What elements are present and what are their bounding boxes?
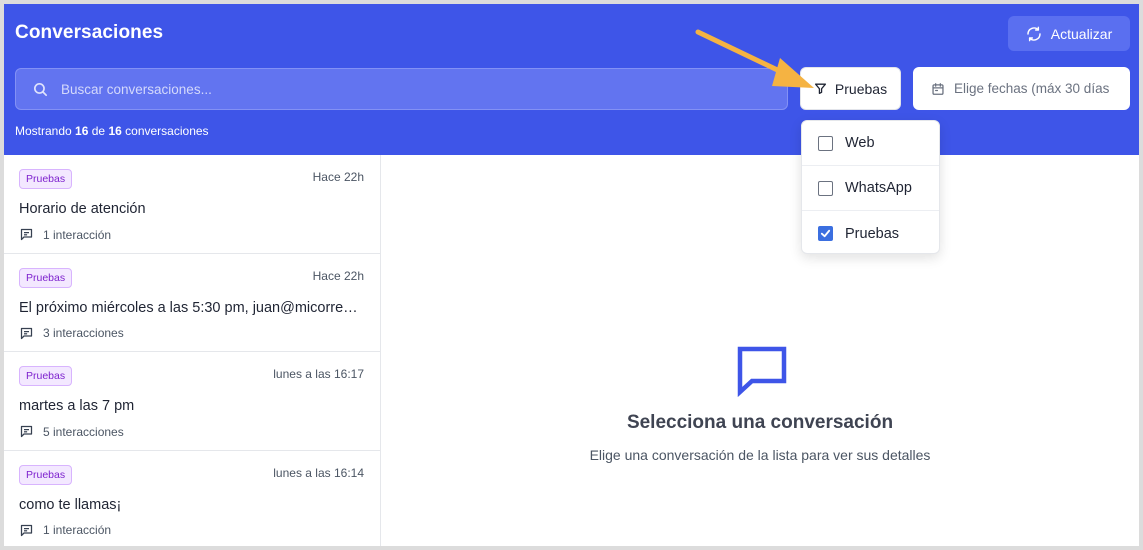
conversation-title: como te llamas¡ [19,496,122,513]
page-title: Conversaciones [15,22,164,43]
filter-option-label: Web [845,135,875,151]
conversation-meta: 5 interacciones [19,424,365,439]
conversation-time: Hace 22h [312,170,364,184]
result-count: Mostrando 16 de 16 conversaciones [15,124,209,138]
message-icon [20,425,33,438]
calendar-icon [932,82,944,95]
header-bar: Conversaciones Actualizar Pruebas [4,4,1139,155]
count-prefix: Mostrando [15,124,72,138]
channel-tag: Pruebas [19,169,73,189]
interaction-count: 1 interacción [43,523,112,537]
channel-tag: Pruebas [19,366,73,386]
conversation-time: Hace 22h [312,268,364,283]
conversation-time: lunes a las 16:17 [273,367,364,381]
conversation-title: martes a las 7 pm [19,398,135,414]
check-icon [820,229,831,238]
search-input[interactable] [61,81,741,97]
filter-option-whatsapp[interactable]: WhatsApp [802,166,939,211]
conversation-item[interactable]: Pruebas Hace 22h Horario de atención 1 i… [4,155,380,254]
conversation-title: Horario de atención [19,201,146,217]
date-range-picker[interactable]: Elige fechas (máx 30 días [913,67,1130,110]
empty-state-subtitle: Elige una conversación de la lista para … [589,447,931,463]
count-of: de [91,124,106,138]
search-icon [33,82,48,96]
filter-label: Pruebas [834,80,888,97]
conversation-meta: 1 interacción [19,523,365,538]
count-shown: 16 [75,124,89,138]
source-filter-dropdown: Web WhatsApp Pruebas [801,120,940,254]
empty-state-title: Selecciona una conversación [626,412,894,433]
interaction-count: 5 interacciones [43,424,124,439]
checkbox[interactable] [818,135,833,151]
refresh-icon [1027,26,1041,41]
interaction-count: 3 interacciones [43,326,124,340]
filter-option-label: WhatsApp [845,180,912,196]
filter-option-web[interactable]: Web [802,121,939,166]
filter-option-label: Pruebas [845,225,900,242]
conversation-item[interactable]: Pruebas Hace 22h El próximo miércoles a … [4,254,380,352]
checkbox[interactable] [818,180,833,196]
conversation-time: lunes a las 16:14 [273,465,364,480]
conversation-item[interactable]: Pruebas lunes a las 16:17 martes a las 7… [4,352,380,451]
message-icon [20,327,33,339]
refresh-label: Actualizar [1050,25,1113,42]
message-icon [20,524,33,536]
conversation-meta: 1 interacción [19,227,365,242]
channel-tag: Pruebas [19,267,73,288]
count-total: 16 [108,124,122,138]
count-suffix: conversaciones [125,124,209,138]
chat-bubble-icon [737,346,787,397]
conversation-meta: 3 interacciones [19,326,365,341]
app-frame: Conversaciones Actualizar Pruebas [4,4,1139,546]
message-icon [20,228,33,241]
filter-option-pruebas[interactable]: Pruebas [802,211,939,256]
checkbox-checked[interactable] [818,226,833,241]
conversation-item[interactable]: Pruebas lunes a las 16:14 como te llamas… [4,451,380,547]
search-box[interactable] [15,68,788,110]
conversation-title: El próximo miércoles a las 5:30 pm, juan… [19,299,365,316]
conversation-list: Pruebas Hace 22h Horario de atención 1 i… [4,155,381,546]
conversation-detail: Selecciona una conversación Elige una co… [381,155,1139,546]
annotation-arrow-icon [695,29,814,88]
refresh-button[interactable]: Actualizar [1008,16,1130,51]
date-placeholder: Elige fechas (máx 30 días [954,81,1110,96]
channel-tag: Pruebas [19,464,73,485]
interaction-count: 1 interacción [43,227,112,242]
